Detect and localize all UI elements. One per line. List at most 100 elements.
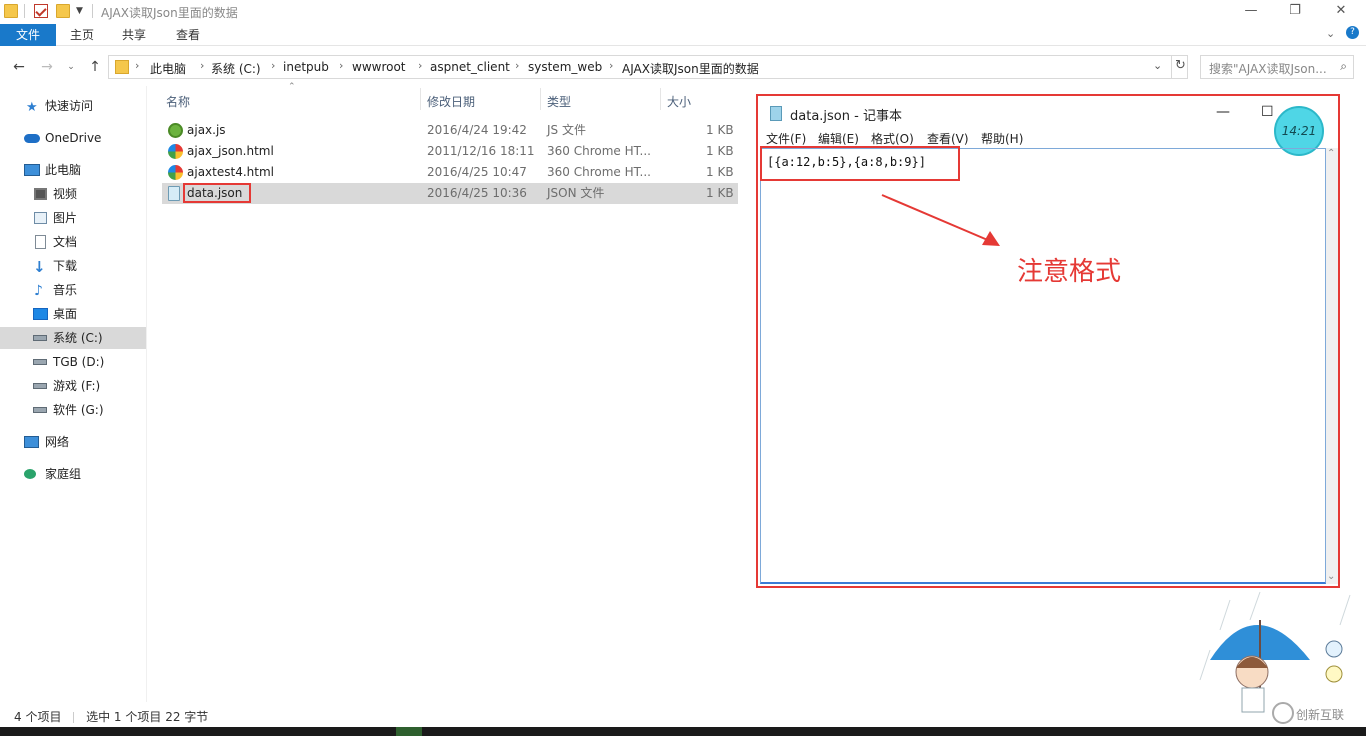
desktop-icon (33, 308, 48, 320)
properties-icon[interactable] (34, 4, 48, 18)
file-size: 1 KB (706, 165, 734, 179)
video-icon (34, 188, 47, 200)
sidebar-item-pictures[interactable]: 图片 (0, 207, 146, 229)
column-header-name[interactable]: 名称 (166, 93, 190, 110)
chrome-html-icon (168, 144, 183, 159)
search-icon[interactable]: ⌕ (1340, 59, 1347, 74)
back-button[interactable]: ← (10, 57, 28, 77)
sidebar-item-drive-c[interactable]: 系统 (C:) (0, 327, 146, 349)
address-dropdown-icon[interactable]: ⌄ (1153, 59, 1162, 72)
minimize-button[interactable]: — (1228, 0, 1274, 24)
search-placeholder: 搜索"AJAX读取Json... (1209, 62, 1327, 76)
json-file-icon (168, 186, 180, 201)
sidebar-item-drive-g[interactable]: 软件 (G:) (0, 399, 146, 421)
column-divider[interactable] (540, 88, 541, 110)
sidebar-item-documents[interactable]: 文档 (0, 231, 146, 253)
scroll-down-icon[interactable]: ⌄ (1327, 571, 1335, 582)
notepad-minimize-button[interactable]: — (1216, 104, 1230, 120)
sidebar-item-drive-d[interactable]: TGB (D:) (0, 351, 146, 373)
sidebar-item-downloads[interactable]: ↓ 下载 (0, 255, 146, 277)
menu-view[interactable]: 查看(V) (927, 130, 969, 147)
arrow-annotation-icon (881, 194, 1000, 246)
breadcrumb-drive-c[interactable]: 系统 (C:) (211, 60, 261, 77)
notepad-maximize-button[interactable]: ☐ (1261, 104, 1274, 120)
taskbar-active-app[interactable] (396, 727, 422, 736)
network-icon (24, 436, 39, 448)
breadcrumb-wwwroot[interactable]: wwwroot (352, 60, 406, 74)
address-row: ← → ⌄ ↑ › 此电脑 › 系统 (C:) › inetpub › wwwr… (0, 53, 1366, 81)
breadcrumb-separator-icon[interactable]: › (609, 59, 613, 72)
table-row[interactable]: ajax.js 2016/4/24 19:42 JS 文件 1 KB (162, 120, 738, 141)
close-button[interactable]: ✕ (1318, 0, 1364, 24)
file-name: ajax_json.html (187, 144, 274, 158)
tab-view[interactable]: 查看 (162, 24, 214, 46)
vertical-scrollbar[interactable]: ⌃ ⌄ (1326, 148, 1338, 584)
sidebar-item-desktop[interactable]: 桌面 (0, 303, 146, 325)
js-file-icon (168, 123, 183, 138)
help-icon[interactable]: ? (1346, 26, 1359, 39)
breadcrumb-separator-icon[interactable]: › (339, 59, 343, 72)
file-type: JS 文件 (547, 123, 586, 137)
tab-file[interactable]: 文件 (0, 24, 56, 46)
file-type: 360 Chrome HT... (547, 144, 651, 158)
scroll-up-icon[interactable]: ⌃ (1327, 148, 1335, 159)
new-folder-icon[interactable] (56, 4, 70, 18)
refresh-icon[interactable]: ↻ (1175, 58, 1186, 73)
ribbon-expand-icon[interactable]: ⌄ (1326, 27, 1335, 40)
column-header-size[interactable]: 大小 (667, 93, 691, 110)
column-divider[interactable] (420, 88, 421, 110)
breadcrumb-aspnet-client[interactable]: aspnet_client (430, 60, 510, 74)
breadcrumb-separator-icon[interactable]: › (200, 59, 204, 72)
column-header-type[interactable]: 类型 (547, 93, 571, 110)
document-icon (35, 235, 46, 249)
sidebar-item-quick-access[interactable]: ★ 快速访问 (0, 95, 146, 117)
sidebar-item-videos[interactable]: 视频 (0, 183, 146, 205)
column-divider[interactable] (660, 88, 661, 110)
menu-file[interactable]: 文件(F) (766, 130, 806, 147)
sidebar-item-label: 网络 (45, 435, 70, 449)
breadcrumb-system-web[interactable]: system_web (528, 60, 602, 74)
breadcrumb-current-folder[interactable]: AJAX读取Json里面的数据 (622, 60, 759, 77)
watermark-text: 创新互联 (1296, 708, 1345, 722)
tab-home[interactable]: 主页 (56, 24, 108, 46)
column-header-date[interactable]: 修改日期 (427, 93, 475, 110)
file-name: ajax.js (187, 123, 226, 137)
file-name: ajaxtest4.html (187, 165, 274, 179)
breadcrumb-separator-icon[interactable]: › (515, 59, 519, 72)
table-row[interactable]: ajax_json.html 2011/12/16 18:11 360 Chro… (162, 141, 738, 162)
file-list: ⌃ 名称 修改日期 类型 大小 ajax.js 2016/4/24 19:42 … (160, 82, 740, 218)
sidebar-item-label: 系统 (C:) (53, 331, 103, 345)
notepad-text-area[interactable]: [{a:12,b:5},{a:8,b:9}] (760, 148, 1326, 584)
breadcrumb-this-pc[interactable]: 此电脑 (150, 60, 186, 77)
file-size: 1 KB (706, 144, 734, 158)
sidebar-item-label: 文档 (53, 235, 78, 249)
up-button[interactable]: ↑ (86, 57, 104, 77)
menu-format[interactable]: 格式(O) (871, 130, 914, 147)
menu-help[interactable]: 帮助(H) (981, 130, 1023, 147)
forward-button[interactable]: → (38, 57, 56, 77)
sidebar-item-drive-f[interactable]: 游戏 (F:) (0, 375, 146, 397)
notepad-title: data.json - 记事本 (790, 109, 902, 124)
sidebar-item-onedrive[interactable]: OneDrive (0, 127, 146, 149)
table-row[interactable]: ajaxtest4.html 2016/4/25 10:47 360 Chrom… (162, 162, 738, 183)
search-input[interactable]: 搜索"AJAX读取Json... ⌕ (1200, 55, 1354, 79)
maximize-button[interactable]: ❐ (1272, 0, 1318, 24)
recent-locations-icon[interactable]: ⌄ (62, 57, 80, 77)
quick-access-dropdown-icon[interactable]: ▼ (76, 6, 83, 16)
breadcrumb-inetpub[interactable]: inetpub (283, 60, 329, 74)
address-bar[interactable]: › 此电脑 › 系统 (C:) › inetpub › wwwroot › as… (108, 55, 1188, 79)
breadcrumb-separator-icon[interactable]: › (418, 59, 422, 72)
menu-edit[interactable]: 编辑(E) (818, 130, 859, 147)
sidebar-item-label: 桌面 (53, 307, 78, 321)
breadcrumb-separator-icon[interactable]: › (271, 59, 275, 72)
notepad-frame: data.json - 记事本 — ☐ 14:21 文件(F) 编辑(E) 格式… (758, 96, 1338, 586)
sidebar-item-this-pc[interactable]: 此电脑 (0, 159, 146, 181)
download-icon: ↓ (33, 258, 46, 276)
table-row-selected[interactable]: data.json 2016/4/25 10:36 JSON 文件 1 KB (162, 183, 738, 204)
breadcrumb-separator-icon[interactable]: › (135, 59, 139, 72)
sidebar-item-homegroup[interactable]: 家庭组 (0, 463, 146, 485)
sidebar-item-music[interactable]: ♪ 音乐 (0, 279, 146, 301)
drive-icon (33, 383, 47, 389)
sidebar-item-network[interactable]: 网络 (0, 431, 146, 453)
tab-share[interactable]: 共享 (108, 24, 160, 46)
